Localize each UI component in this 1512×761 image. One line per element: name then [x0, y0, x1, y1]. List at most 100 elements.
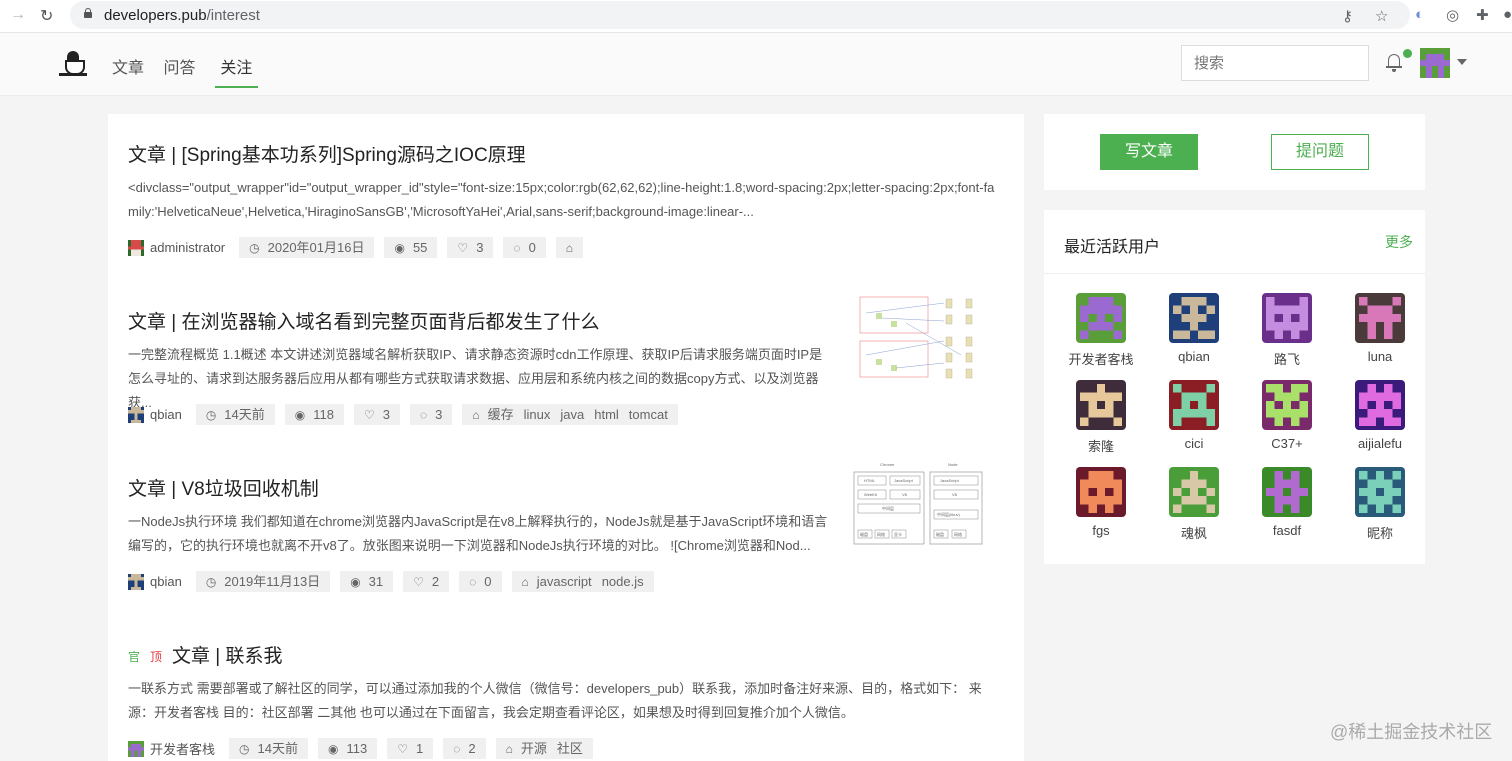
- author-avatar[interactable]: [128, 573, 144, 590]
- user-avatar[interactable]: [1076, 380, 1126, 430]
- user-avatar[interactable]: [1355, 380, 1405, 430]
- tag-label[interactable]: javascript: [537, 574, 592, 589]
- bell-icon[interactable]: [1386, 53, 1404, 73]
- user-avatar[interactable]: [1420, 48, 1450, 78]
- svg-text:中间层: 中间层: [882, 505, 894, 511]
- site-logo[interactable]: [59, 51, 89, 79]
- user-avatar[interactable]: [1076, 467, 1126, 517]
- active-user[interactable]: C37+: [1247, 380, 1327, 451]
- article-excerpt: 一联系方式 需要部署或了解社区的同学，可以通过添加我的个人微信（微信号：deve…: [128, 681, 982, 720]
- profile-icon[interactable]: ●: [1503, 6, 1512, 23]
- tag-label[interactable]: 社区: [557, 741, 583, 756]
- active-user[interactable]: 昵称: [1340, 467, 1420, 542]
- likes-chip[interactable]: ♡ 2: [403, 571, 450, 592]
- key-icon[interactable]: ⚷: [1342, 7, 1353, 25]
- comments-chip[interactable]: ◌ 2: [443, 738, 486, 759]
- article-meta: qbian ◷ 14天前 ◉ 118 ♡ 3 ◌ 3 ⌂ 缓存 linux java html tomcat: [128, 404, 688, 426]
- user-name[interactable]: 路飞: [1247, 349, 1327, 368]
- author-name[interactable]: qbian: [150, 574, 182, 589]
- tag-label[interactable]: linux: [524, 407, 551, 422]
- user-name[interactable]: aijialefu: [1340, 436, 1420, 451]
- user-name[interactable]: qbian: [1154, 349, 1234, 364]
- puzzle-icon[interactable]: ✚: [1476, 6, 1489, 24]
- active-user[interactable]: fasdf: [1247, 467, 1327, 538]
- user-avatar[interactable]: [1169, 467, 1219, 517]
- eye-icon: ◉: [327, 742, 339, 756]
- author-avatar[interactable]: [128, 740, 144, 757]
- eye-icon: ◉: [294, 408, 306, 422]
- tag-label[interactable]: html: [594, 407, 619, 422]
- user-avatar[interactable]: [1169, 293, 1219, 343]
- svg-text:JavaScript: JavaScript: [894, 478, 914, 483]
- article-title[interactable]: 文章 | [Spring基本功系列]Spring源码之IOC原理: [128, 140, 526, 167]
- forward-arrow-icon[interactable]: →: [10, 6, 26, 24]
- user-name[interactable]: 魂枫: [1154, 523, 1234, 542]
- likes-chip[interactable]: ♡ 3: [447, 237, 494, 258]
- eye-icon: ◉: [350, 575, 361, 589]
- author-name[interactable]: 开发者客栈: [150, 739, 215, 758]
- user-name[interactable]: C37+: [1247, 436, 1327, 451]
- active-user[interactable]: 魂枫: [1154, 467, 1234, 542]
- user-avatar[interactable]: [1355, 293, 1405, 343]
- author-name[interactable]: qbian: [150, 407, 182, 422]
- article-thumbnail[interactable]: [856, 293, 986, 388]
- user-name[interactable]: fgs: [1061, 523, 1141, 538]
- user-name[interactable]: fasdf: [1247, 523, 1327, 538]
- comments-chip[interactable]: ◌ 0: [459, 571, 502, 592]
- comment-icon: ◌: [419, 408, 428, 422]
- article-thumbnail[interactable]: Chrome Node HTML JavaScript WebKit V8 中间层 …: [852, 462, 984, 548]
- more-link[interactable]: 更多: [1385, 232, 1413, 252]
- user-avatar[interactable]: [1262, 467, 1312, 517]
- user-name[interactable]: luna: [1340, 349, 1420, 364]
- likes-chip[interactable]: ♡ 1: [387, 738, 434, 759]
- write-article-button[interactable]: 写文章: [1100, 134, 1198, 170]
- comments-chip[interactable]: ◌ 3: [409, 404, 453, 425]
- user-avatar[interactable]: [1169, 380, 1219, 430]
- search-input[interactable]: [1181, 45, 1369, 81]
- address-bar[interactable]: developers.pub/interest ⚷ ☆: [70, 1, 1410, 29]
- author-avatar[interactable]: [128, 239, 144, 256]
- article-title[interactable]: 文章 | V8垃圾回收机制: [128, 474, 319, 501]
- nav-questions[interactable]: 问答: [163, 54, 195, 78]
- clock-icon: ◷: [205, 408, 217, 422]
- comments-chip[interactable]: ◌ 0: [503, 237, 546, 258]
- tag-label[interactable]: 缓存: [488, 407, 514, 422]
- user-name[interactable]: 开发者客栈: [1061, 349, 1141, 368]
- ask-question-button[interactable]: 提问题: [1271, 134, 1369, 170]
- author-avatar[interactable]: [128, 406, 144, 423]
- user-name[interactable]: 昵称: [1340, 523, 1420, 542]
- extension-icon[interactable]: ◐: [1415, 6, 1424, 23]
- user-avatar[interactable]: [1262, 380, 1312, 430]
- likes-chip[interactable]: ♡ 3: [353, 404, 400, 425]
- user-name[interactable]: cici: [1154, 436, 1234, 451]
- article-title-text[interactable]: 文章 | 联系我: [172, 646, 283, 667]
- chevron-down-icon[interactable]: [1457, 59, 1467, 65]
- nav-articles[interactable]: 文章: [112, 54, 144, 78]
- extension-circle-icon[interactable]: ◎: [1446, 6, 1459, 24]
- lock-icon[interactable]: [84, 8, 92, 18]
- active-user[interactable]: qbian: [1154, 293, 1234, 364]
- user-avatar[interactable]: [1355, 467, 1405, 517]
- active-user[interactable]: aijialefu: [1340, 380, 1420, 451]
- reload-icon[interactable]: ↻: [40, 6, 53, 26]
- active-user[interactable]: 索隆: [1061, 380, 1141, 455]
- tag-label[interactable]: tomcat: [629, 407, 668, 422]
- user-avatar[interactable]: [1076, 293, 1126, 343]
- tag-label[interactable]: node.js: [602, 574, 644, 589]
- user-name[interactable]: 索隆: [1061, 436, 1141, 455]
- bookmark-star-icon[interactable]: ☆: [1375, 7, 1388, 25]
- nav-follow[interactable]: 关注: [214, 54, 258, 88]
- tag-label[interactable]: 开源: [521, 741, 547, 756]
- tag-label[interactable]: java: [560, 407, 584, 422]
- active-user[interactable]: 路飞: [1247, 293, 1327, 368]
- author-name[interactable]: administrator: [150, 240, 225, 255]
- user-avatar[interactable]: [1262, 293, 1312, 343]
- active-user[interactable]: 开发者客栈: [1061, 293, 1141, 368]
- article-title[interactable]: 文章 | 在浏览器输入域名看到完整页面背后都发生了什么: [128, 307, 600, 334]
- active-user[interactable]: cici: [1154, 380, 1234, 451]
- active-user[interactable]: fgs: [1061, 467, 1141, 538]
- views-chip: ◉ 113: [317, 738, 378, 759]
- active-user[interactable]: luna: [1340, 293, 1420, 364]
- article-title[interactable]: 官顶文章 | 联系我: [128, 641, 283, 668]
- views-chip: ◉ 55: [384, 237, 438, 258]
